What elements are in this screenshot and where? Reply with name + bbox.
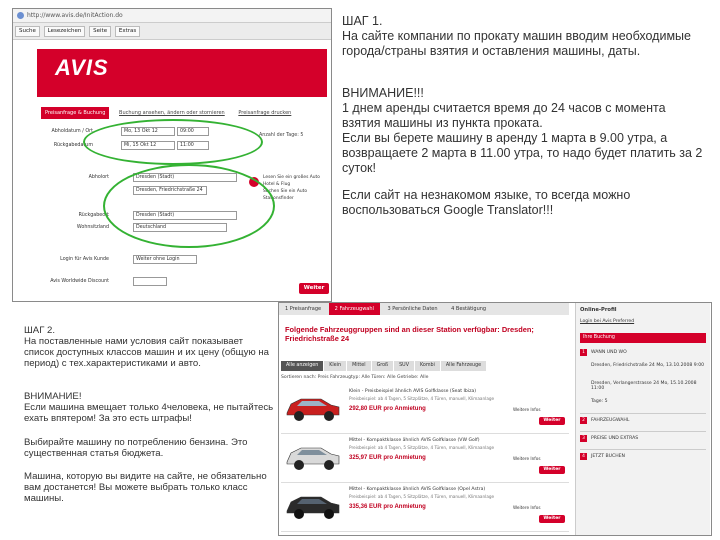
browser-address-bar[interactable]: http://www.avis.de/InitAction.do xyxy=(13,9,331,23)
discount-label: Avis Worldwide Discount xyxy=(50,279,109,284)
step1-warning: ВНИМАНИЕ!!! 1 днем аренды считается врем… xyxy=(342,86,703,175)
toolbar-button-search[interactable]: Suche xyxy=(15,26,40,37)
car-price: 292,80 EUR pro Anmietung xyxy=(349,406,426,412)
tab-medium[interactable]: Mittel xyxy=(347,361,371,371)
tab-all[interactable]: Alle anzeigen xyxy=(281,361,324,371)
login-label: Login für Avis Kunde xyxy=(60,257,109,262)
step1-tip: Если сайт на незнакомом языке, то всегда… xyxy=(342,188,631,217)
step-item: 4 Bestätigung xyxy=(451,306,487,312)
sidebar-header-bar: Ihre Buchung xyxy=(580,333,706,343)
more-info-link[interactable]: Weitere Infos xyxy=(513,456,541,461)
tab-print-quote[interactable]: Preisanfrage drucken xyxy=(234,107,295,119)
summary-detail: Tage: 5 xyxy=(591,399,608,404)
car-title: Mittel - Kompaktklasse ähnlich AVIS Golf… xyxy=(349,438,480,443)
car-description: Preisbeispiel: ab 4 Tagen, 5 Sitzplätze,… xyxy=(349,396,495,401)
address-url: http://www.avis.de/InitAction.do xyxy=(27,12,123,19)
side-link[interactable]: Hotel & Flug xyxy=(263,181,320,188)
car-description: Preisbeispiel: ab 4 Tagen, 5 Sitzplätze,… xyxy=(349,494,495,499)
car-title: Klein - Preisbeispiel ähnlich AVIS Golfk… xyxy=(349,389,477,394)
summary-step[interactable]: 4 JETZT BUCHEN xyxy=(580,449,706,460)
step2-note: Машина, которую вы видите на сайте, не о… xyxy=(24,471,267,504)
sidebar-title: Online-Profil xyxy=(580,307,617,313)
more-info-link[interactable]: Weitere Infos xyxy=(513,407,541,412)
step-item: 3 Persönliche Daten xyxy=(387,306,438,312)
car-price: 335,36 EUR pro Anmietung xyxy=(349,504,426,510)
days-count: Anzahl der Tage: 5 xyxy=(259,133,304,138)
avis-header: AVIS xyxy=(37,49,327,97)
tab-large[interactable]: Groß xyxy=(371,361,394,371)
discount-input[interactable] xyxy=(133,277,167,286)
highlight-ring-dates xyxy=(83,119,263,165)
select-car-button[interactable]: Weiter xyxy=(539,466,565,474)
tab-all-vehicles[interactable]: Alle Fahrzeuge xyxy=(440,361,487,371)
car-description: Preisbeispiel: ab 4 Tagen, 5 Sitzplätze,… xyxy=(349,445,495,450)
select-car-button[interactable]: Weiter xyxy=(539,417,565,425)
tab-manage-booking[interactable]: Buchung ansehen, ändern oder stornieren xyxy=(115,107,229,119)
tab-suv[interactable]: SUV xyxy=(394,361,414,371)
filter-bar[interactable]: Sortieren nach: Preis Fahrzeugtyp: Alle … xyxy=(281,373,571,383)
tab-estate[interactable]: Kombi xyxy=(414,361,440,371)
return-place-label: Rückgabeort xyxy=(78,213,109,218)
step-item[interactable]: 1 Preisanfrage xyxy=(279,303,327,315)
tab-booking[interactable]: Preisanfrage & Buchung xyxy=(41,107,110,119)
booking-steps: 1 Preisanfrage 2 Fahrzeugwahl 3 Persönli… xyxy=(279,303,569,315)
profile-login-link[interactable]: Login bei Avis Preferred xyxy=(580,319,634,324)
summary-detail: Dresden, Verlangerstrasse 24 Mo, 15.10.2… xyxy=(591,381,697,391)
side-link[interactable]: Lesen Sie ein großes Auto xyxy=(263,174,320,181)
pickup-place-label: Abholort xyxy=(88,175,109,180)
avis-fleet-screenshot: 1 Preisanfrage 2 Fahrzeugwahl 3 Persönli… xyxy=(278,302,712,536)
toolbar-button-bookmarks[interactable]: Lesezeichen xyxy=(43,26,86,37)
step-item-active[interactable]: 2 Fahrzeugwahl xyxy=(328,303,380,315)
browser-toolbar: Suche Lesezeichen Seite Extras xyxy=(13,23,331,40)
car-row: Klein - Preisbeispiel ähnlich AVIS Golfk… xyxy=(281,385,569,434)
login-select[interactable]: Weiter ohne Login xyxy=(133,255,197,264)
highlight-ring-places xyxy=(103,164,275,248)
country-label: Wohnsitzland xyxy=(76,225,109,230)
booking-tabs: Preisanfrage & Buchung Buchung ansehen, … xyxy=(41,107,325,119)
car-price: 325,97 EUR pro Anmietung xyxy=(349,455,426,461)
step2-text: На поставленные нами условия сайт показы… xyxy=(24,336,269,369)
car-image-black xyxy=(286,496,340,519)
select-car-button[interactable]: Weiter xyxy=(539,515,565,523)
step2-warning: ВНИМАНИЕ! Если машина вмещает только 4че… xyxy=(24,391,274,424)
car-image-white xyxy=(286,447,340,470)
category-tabs: Alle anzeigen Klein Mittel Groß SUV Kombi Alle… xyxy=(281,361,571,371)
step2-fuel: Выбирайте машину по потреблению бензина.… xyxy=(24,437,248,459)
booking-summary-sidebar: Online-Profil Login bei Avis Preferred I… xyxy=(575,303,710,535)
summary-step[interactable]: 2 FAHRZEUGWAHL xyxy=(580,413,706,424)
summary-step[interactable]: 3 PREISE UND EXTRAS xyxy=(580,431,706,442)
step2-heading: ШАГ 2. xyxy=(24,325,56,336)
step1-text: На сайте компании по прокату машин вводи… xyxy=(342,29,691,58)
toolbar-button-page[interactable]: Seite xyxy=(89,26,112,37)
more-info-link[interactable]: Weitere Infos xyxy=(513,505,541,510)
fleet-heading: Folgende Fahrzeuggruppen sind an dieser … xyxy=(285,325,534,343)
tab-small[interactable]: Klein xyxy=(324,361,347,371)
avis-search-screenshot: http://www.avis.de/InitAction.do Suche L… xyxy=(12,8,332,302)
pickup-date-label: Abholdatum / Ort xyxy=(51,129,93,134)
globe-icon xyxy=(17,12,24,19)
car-row: Mittel - Kompaktklasse ähnlich AVIS Golf… xyxy=(281,483,569,532)
car-image-red xyxy=(286,398,340,421)
continue-button[interactable]: Weiter xyxy=(299,283,329,294)
car-row: Mittel - Kompaktklasse ähnlich AVIS Golf… xyxy=(281,434,569,483)
summary-detail: Dresden, Friedrichstraße 24 Mo, 13.10.20… xyxy=(591,363,705,368)
summary-step[interactable]: 1 WANN UND WO xyxy=(580,349,706,356)
toolbar-button-extras[interactable]: Extras xyxy=(114,26,141,37)
car-title: Mittel - Kompaktklasse ähnlich AVIS Golf… xyxy=(349,487,486,492)
step1-heading: ШАГ 1. xyxy=(342,14,383,28)
avis-logo[interactable]: AVIS xyxy=(55,55,109,81)
